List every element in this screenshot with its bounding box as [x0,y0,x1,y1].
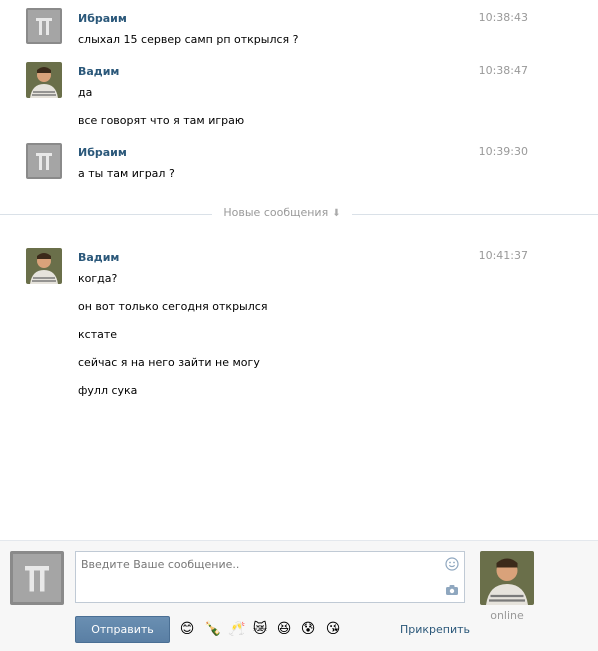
message-text: да [78,86,93,99]
crest-avatar[interactable] [26,143,62,179]
message-text: слыхал 15 сервер самп рп открылся ? [78,33,299,46]
message-input[interactable]: Введите Ваше сообщение.. [75,551,465,603]
camera-icon[interactable] [445,584,459,596]
peer-avatar[interactable] [480,551,534,605]
glasses-emoji-icon[interactable]: 🥂 [228,621,245,637]
crying-cat-emoji-icon[interactable]: 😿 [252,621,268,637]
composer: Введите Ваше сообщение.. online Отправит… [0,540,598,651]
send-button[interactable]: Отправить [75,616,170,643]
message-time: 10:41:37 [478,249,528,262]
crest-avatar[interactable] [26,8,62,44]
sweat-emoji-icon[interactable]: 😰 [300,621,316,637]
message-text: когда? [78,272,118,285]
message-text: а ты там играл ? [78,167,175,180]
message-text: он вот только сегодня открылся [78,300,268,313]
user-photo-avatar[interactable] [26,62,62,98]
laughing-emoji-icon[interactable]: 😆 [276,621,292,637]
my-avatar[interactable] [10,551,64,605]
smiley-emoji-icon[interactable]: 😊 [179,621,195,637]
message-input-placeholder: Введите Ваше сообщение.. [81,558,240,571]
message-author[interactable]: Вадим [78,251,119,264]
new-messages-label: Новые сообщения ⬇ [212,206,352,219]
online-status: online [490,609,524,622]
message-text: сейчас я на него зайти не могу [78,356,260,369]
arrow-down-icon: ⬇ [332,208,341,219]
kiss-emoji-icon[interactable]: 😘 [325,621,341,637]
message-time: 10:38:43 [478,11,528,24]
attach-link[interactable]: Прикрепить [400,623,470,636]
champagne-emoji-icon[interactable]: 🍾 [204,621,221,637]
message-author[interactable]: Вадим [78,65,119,78]
message-time: 10:39:30 [478,145,528,158]
message-text: все говорят что я там играю [78,114,245,127]
message-text: кстате [78,328,118,341]
user-photo-avatar[interactable] [26,248,62,284]
new-messages-text: Новые сообщения [223,206,329,219]
message-time: 10:38:47 [478,64,528,77]
message-text: фулл сука [78,384,138,397]
message-author[interactable]: Ибраим [78,12,127,25]
message-author[interactable]: Ибраим [78,146,127,159]
smile-icon[interactable] [445,557,459,571]
